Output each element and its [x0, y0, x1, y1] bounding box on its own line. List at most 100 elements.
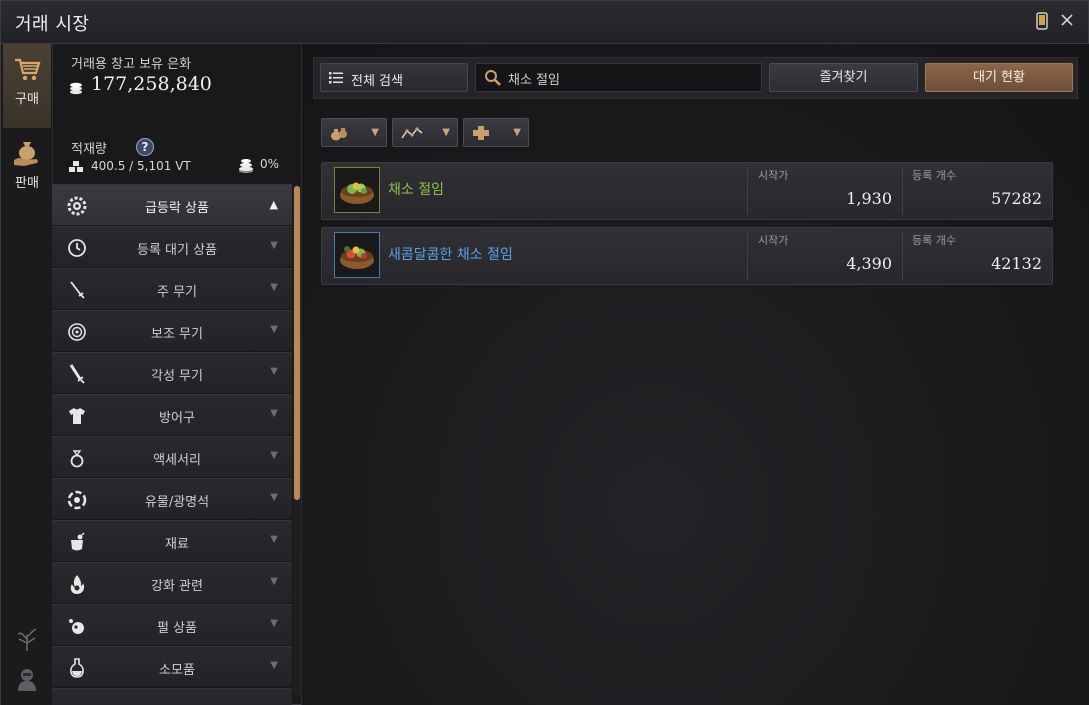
expand-arrow-icon: ▼ — [270, 492, 278, 503]
great-sword-icon — [69, 364, 85, 384]
sell-mode-tab[interactable]: 판매 — [3, 128, 51, 212]
dropdown-arrow-icon: ▼ — [442, 127, 450, 138]
mode-column: 구매 판매 — [1, 44, 53, 705]
waiting-status-button[interactable]: 대기 현황 — [925, 63, 1073, 92]
favorites-button[interactable]: 즐겨찾기 — [769, 63, 918, 92]
price-trend-filter-dropdown[interactable]: ▼ — [392, 118, 458, 147]
expand-arrow-icon: ▼ — [270, 408, 278, 419]
category-material[interactable]: 재료 ▼ — [52, 520, 292, 562]
category-pending-items[interactable]: 등록 대기 상품 ▼ — [52, 226, 292, 268]
buy-mode-label: 구매 — [15, 92, 39, 107]
shield-icon — [68, 323, 86, 341]
all-search-button[interactable]: 전체 검색 — [320, 63, 468, 92]
category-relic-crystal[interactable]: 유물/광명석 ▼ — [52, 478, 292, 520]
potion-icon — [70, 658, 84, 678]
search-icon — [485, 70, 501, 86]
title-bar: 거래 시장 — [1, 1, 1088, 44]
category-sub-weapon[interactable]: 보조 무기 ▼ — [52, 310, 292, 352]
sell-mode-label: 판매 — [15, 176, 39, 191]
category-enhancement[interactable]: 강화 관련 ▼ — [52, 562, 292, 604]
category-label: 방어구 — [159, 411, 195, 426]
weight-label: 적재량 — [71, 142, 107, 157]
warehouse-silver-label: 거래용 창고 보유 은화 — [71, 57, 192, 72]
column-divider — [902, 167, 903, 215]
trend-line-icon — [401, 127, 423, 139]
dropdown-arrow-icon: ▼ — [513, 127, 521, 138]
buy-mode-tab[interactable]: 구매 — [3, 44, 51, 128]
item-name: 새콤달콤한 채소 절임 — [388, 247, 513, 263]
clock-icon — [68, 239, 86, 257]
column-divider — [902, 232, 903, 280]
window-title: 거래 시장 — [15, 14, 90, 35]
listing-count-value: 57282 — [991, 189, 1042, 208]
listing-count-header: 등록 개수 — [912, 169, 956, 182]
listing-count-value: 42132 — [991, 254, 1042, 273]
expand-arrow-icon: ▼ — [270, 576, 278, 587]
category-label: 소모품 — [159, 663, 195, 678]
expand-arrow-icon: ▼ — [270, 660, 278, 671]
category-scrollbar-thumb[interactable] — [294, 186, 300, 500]
column-divider — [747, 232, 748, 280]
pickled-vegetables-icon — [334, 167, 380, 213]
search-box[interactable] — [475, 63, 762, 92]
expand-arrow-icon: ▼ — [270, 324, 278, 335]
bag-icon — [331, 128, 347, 141]
silver-stack-icon — [238, 159, 254, 173]
search-input[interactable] — [508, 69, 748, 87]
weight-value: 400.5 / 5,101 VT — [91, 159, 191, 173]
pearl-icon — [69, 619, 84, 634]
sweet-sour-pickled-vegetables-icon — [334, 232, 380, 278]
scale-icon — [69, 161, 83, 172]
mobile-icon[interactable] — [1032, 12, 1052, 32]
expand-arrow-icon: ▼ — [270, 282, 278, 293]
category-consumables[interactable]: 소모품 ▼ — [52, 646, 292, 688]
help-icon[interactable]: ? — [136, 138, 154, 156]
expand-arrow-icon: ▼ — [270, 450, 278, 461]
start-price-value: 1,930 — [846, 189, 892, 208]
ring-icon — [70, 450, 84, 468]
armor-icon — [69, 408, 85, 424]
category-filter-dropdown[interactable]: ▼ — [321, 118, 387, 147]
category-pearl-items[interactable]: 펄 상품 ▼ — [52, 604, 292, 646]
silver-coins-icon — [70, 82, 82, 95]
category-hot-items[interactable]: 급등락 상품 ▲ — [52, 184, 292, 226]
material-icon — [71, 532, 85, 551]
dropdown-arrow-icon: ▼ — [371, 127, 379, 138]
category-armor[interactable]: 방어구 ▼ — [52, 394, 292, 436]
category-label: 펄 상품 — [156, 621, 197, 636]
weight-percent: 0% — [260, 157, 280, 171]
listing-count-header: 등록 개수 — [912, 234, 956, 247]
category-label: 각성 무기 — [151, 369, 203, 384]
category-label: 보조 무기 — [151, 327, 203, 342]
expand-arrow-icon: ▼ — [270, 618, 278, 629]
merchant-icon[interactable] — [13, 665, 41, 693]
category-label: 강화 관련 — [151, 579, 203, 594]
gear-star-icon — [67, 196, 87, 216]
category-label: 등록 대기 상품 — [136, 243, 218, 258]
start-price-value: 4,390 — [846, 254, 892, 273]
expand-arrow-icon: ▼ — [270, 366, 278, 377]
enhancement-filter-dropdown[interactable]: ▼ — [463, 118, 529, 147]
category-main-weapon[interactable]: 주 무기 ▼ — [52, 268, 292, 310]
all-search-label: 전체 검색 — [351, 74, 403, 89]
category-awakening-weapon[interactable]: 각성 무기 ▼ — [52, 352, 292, 394]
column-divider — [747, 167, 748, 215]
start-price-header: 시작가 — [758, 234, 789, 247]
category-label: 급등락 상품 — [145, 201, 209, 216]
list-item[interactable]: 새콤달콤한 채소 절임 시작가 4,390 등록 개수 42132 — [321, 227, 1053, 285]
category-accessory[interactable]: 액세서리 ▼ — [52, 436, 292, 478]
cross-icon — [473, 126, 489, 140]
sword-icon — [70, 281, 85, 299]
relic-icon — [67, 490, 87, 510]
trading-market-window: 거래 시장 구매 판매 거래용 창고 보유 은화 177,258,840 적재량… — [0, 0, 1089, 705]
tree-icon[interactable] — [13, 625, 41, 653]
expand-arrow-icon: ▼ — [270, 534, 278, 545]
list-icon — [329, 72, 343, 84]
close-icon[interactable] — [1057, 12, 1077, 32]
category-label: 재료 — [165, 537, 189, 552]
category-more[interactable] — [52, 688, 292, 705]
category-label: 유물/광명석 — [144, 495, 210, 510]
collapse-arrow-icon: ▲ — [269, 198, 278, 211]
list-item[interactable]: 채소 절임 시작가 1,930 등록 개수 57282 — [321, 162, 1053, 220]
money-bag-icon — [14, 142, 38, 166]
